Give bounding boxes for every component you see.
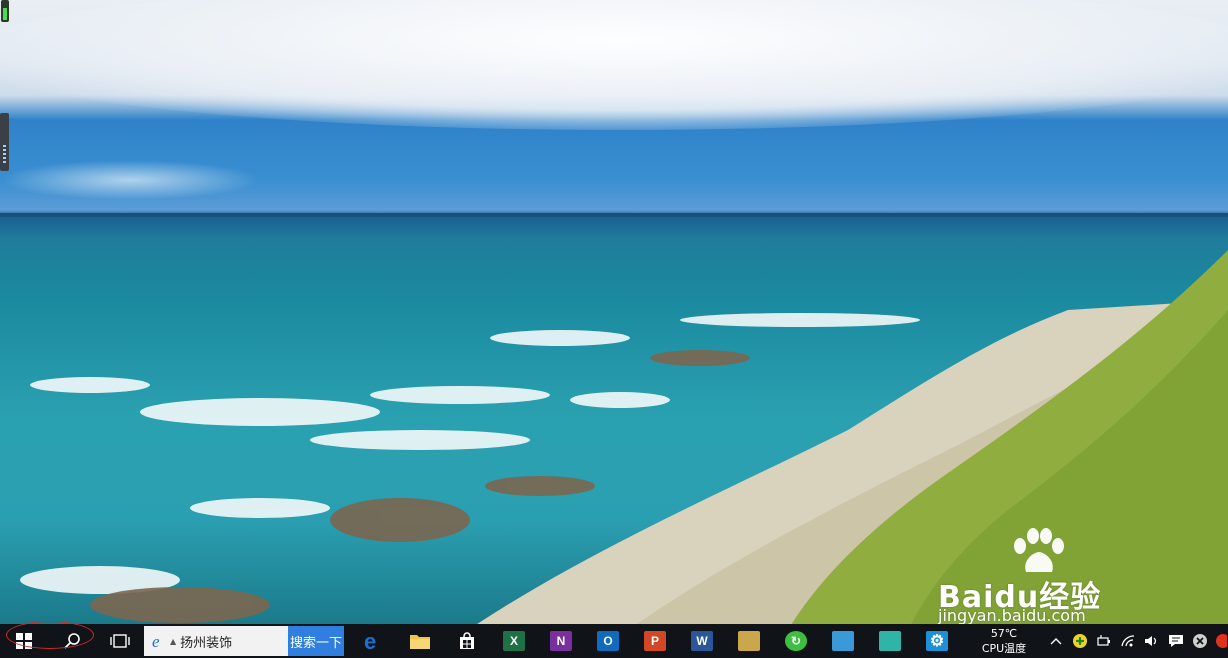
svg-text:e: e bbox=[364, 630, 376, 652]
taskbar-app-outlook[interactable]: O bbox=[585, 624, 631, 658]
search-query: 扬州装饰 bbox=[180, 635, 233, 651]
start-button[interactable] bbox=[0, 624, 48, 658]
tray-app-partial[interactable] bbox=[1212, 624, 1228, 658]
clouds bbox=[0, 0, 1228, 130]
close-circle-icon bbox=[1193, 634, 1207, 648]
taskbar-app-paint3d[interactable] bbox=[867, 624, 913, 658]
green-refresh-icon: ↻ bbox=[785, 631, 807, 651]
wifi-icon bbox=[1121, 635, 1135, 647]
taskbar-app-excel[interactable]: X bbox=[491, 624, 537, 658]
taskbar-app-word[interactable]: W bbox=[679, 624, 725, 658]
taskbar-app-onenote[interactable]: N bbox=[538, 624, 584, 658]
taskbar: e ▲ 扬州装饰 搜索一下 e X N O P W ↻ ⚙ 57℃ CPU温度 bbox=[0, 624, 1228, 658]
outlook-icon: O bbox=[597, 631, 619, 651]
search-input[interactable]: e ▲ 扬州装饰 bbox=[144, 626, 288, 656]
image-icon bbox=[832, 631, 854, 651]
svg-text:e: e bbox=[152, 632, 160, 650]
paint3d-icon bbox=[879, 631, 901, 651]
taskbar-app-image-viewer[interactable] bbox=[820, 624, 866, 658]
wifi-tray[interactable] bbox=[1116, 624, 1140, 658]
word-icon: W bbox=[691, 631, 713, 651]
tray-plus-app[interactable] bbox=[1068, 624, 1092, 658]
gauge-widget bbox=[1, 0, 9, 22]
taskbar-app-browser-green[interactable]: ↻ bbox=[773, 624, 819, 658]
ie-icon: e bbox=[152, 632, 160, 650]
taskbar-app-store[interactable] bbox=[444, 624, 490, 658]
task-view-icon bbox=[110, 634, 130, 648]
edge-icon: e bbox=[362, 630, 384, 652]
taskbar-app-powerpoint[interactable]: P bbox=[632, 624, 678, 658]
taskbar-app-file-explorer[interactable] bbox=[397, 624, 443, 658]
horizon-line bbox=[0, 213, 1228, 217]
task-view-button[interactable] bbox=[96, 624, 144, 658]
volume-tray[interactable] bbox=[1140, 624, 1164, 658]
chevron-up-icon bbox=[1050, 638, 1062, 645]
search-submit-button[interactable]: 搜索一下 bbox=[288, 626, 344, 656]
temperature-value: 57℃ bbox=[990, 627, 1018, 640]
temperature-label: CPU温度 bbox=[981, 642, 1027, 655]
tray-close-app[interactable] bbox=[1188, 624, 1212, 658]
battery-icon bbox=[1097, 635, 1110, 646]
side-toolbar-handle[interactable] bbox=[0, 113, 9, 171]
windows-logo-icon bbox=[16, 633, 32, 649]
paw-logo-icon bbox=[1014, 528, 1064, 572]
gear-icon: ⚙ bbox=[926, 631, 948, 651]
volume-icon bbox=[1145, 636, 1157, 646]
baidu-watermark: Baidu经验 jingyan.baidu.com bbox=[938, 528, 1158, 624]
action-center-button[interactable] bbox=[1164, 624, 1188, 658]
palette-icon bbox=[738, 631, 760, 651]
watermark-url: jingyan.baidu.com bbox=[938, 606, 1086, 624]
show-hidden-icons-button[interactable] bbox=[1044, 624, 1068, 658]
search-button[interactable] bbox=[48, 624, 96, 658]
onenote-icon: N bbox=[550, 631, 572, 651]
clouds-low bbox=[0, 160, 260, 200]
taskbar-app-settings[interactable]: ⚙ bbox=[914, 624, 960, 658]
folder-icon bbox=[409, 631, 431, 651]
notification-icon bbox=[1169, 635, 1183, 647]
battery-tray[interactable] bbox=[1092, 624, 1116, 658]
taskbar-app-paint[interactable] bbox=[726, 624, 772, 658]
cpu-temperature[interactable]: 57℃ CPU温度 bbox=[970, 624, 1038, 658]
excel-icon: X bbox=[503, 631, 525, 651]
store-icon bbox=[456, 631, 478, 651]
taskbar-app-edge[interactable]: e bbox=[350, 624, 396, 658]
gauge-level bbox=[3, 8, 7, 20]
powerpoint-icon: P bbox=[644, 631, 666, 651]
plus-badge-icon bbox=[1073, 634, 1087, 648]
app-tray-icon bbox=[1216, 634, 1227, 648]
search-icon bbox=[64, 633, 80, 649]
caret-icon: ▲ bbox=[170, 636, 177, 646]
desktop-wallpaper: Baidu经验 jingyan.baidu.com bbox=[0, 0, 1228, 624]
